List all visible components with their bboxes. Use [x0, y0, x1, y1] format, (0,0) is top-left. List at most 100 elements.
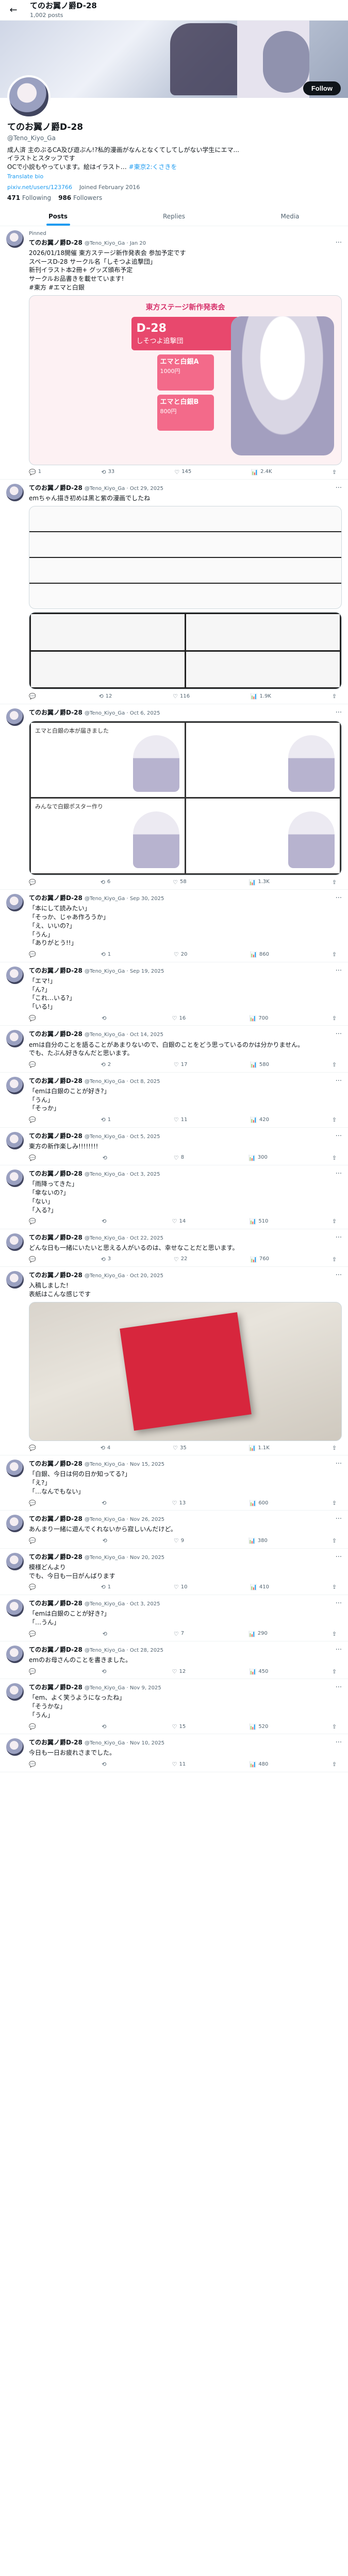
share-button[interactable]: ⇪ — [332, 468, 337, 476]
tweet-author-handle[interactable]: @Teno_Kiyo_Ga · Oct 3, 2025 — [85, 1172, 160, 1177]
avatar[interactable] — [6, 1169, 24, 1187]
tab-media[interactable]: Media — [232, 207, 348, 226]
repost-button[interactable]: ⟲ 1 — [101, 951, 111, 958]
more-icon[interactable]: ··· — [336, 1170, 342, 1179]
tweet[interactable]: てのお翼ノ爵D-28 @Teno_Kiyo_Ga · Sep 30, 2025 … — [0, 890, 348, 962]
tweet[interactable]: てのお翼ノ爵D-28 @Teno_Kiyo_Ga · Nov 9, 2025 ·… — [0, 1679, 348, 1735]
more-icon[interactable]: ··· — [336, 484, 342, 493]
tweet[interactable]: てのお翼ノ爵D-28 @Teno_Kiyo_Ga · Oct 29, 2025 … — [0, 480, 348, 704]
reply-button[interactable]: 💬 — [29, 1583, 38, 1591]
views-button[interactable]: 📊 300 — [248, 1154, 268, 1162]
views-button[interactable]: 📊 1.9K — [251, 692, 271, 700]
like-button[interactable]: ♡ 17 — [174, 1061, 188, 1069]
repost-button[interactable]: ⟲ — [102, 1499, 108, 1507]
more-icon[interactable]: ··· — [336, 1646, 342, 1655]
tweet[interactable]: てのお翼ノ爵D-28 @Teno_Kiyo_Ga · Nov 20, 2025 … — [0, 1549, 348, 1595]
views-button[interactable]: 📊 380 — [248, 1537, 268, 1545]
tweet-image[interactable] — [29, 1301, 342, 1441]
avatar[interactable] — [6, 966, 24, 984]
avatar[interactable] — [7, 75, 51, 118]
tweet[interactable]: てのお翼ノ爵D-28 @Teno_Kiyo_Ga · Sep 19, 2025 … — [0, 962, 348, 1026]
tweet[interactable]: Pinned てのお翼ノ爵D-28 @Teno_Kiyo_Ga · Jan 20… — [0, 226, 348, 480]
reply-button[interactable]: 💬 — [29, 1116, 38, 1124]
share-button[interactable]: ⇪ — [332, 1256, 337, 1263]
bio-hashtag-link[interactable]: #東京2:くさきを — [129, 163, 177, 171]
like-button[interactable]: ♡ 35 — [173, 1444, 187, 1452]
avatar[interactable] — [6, 1271, 24, 1289]
reply-button[interactable]: 💬 — [29, 1760, 38, 1768]
tweet-author-handle[interactable]: @Teno_Kiyo_Ga · Sep 30, 2025 — [85, 896, 164, 902]
repost-button[interactable]: ⟲ — [102, 1014, 108, 1022]
like-button[interactable]: ♡ 11 — [174, 1116, 188, 1124]
tweet[interactable]: てのお翼ノ爵D-28 @Teno_Kiyo_Ga · Oct 3, 2025 ·… — [0, 1165, 348, 1229]
tweet[interactable]: てのお翼ノ爵D-28 @Teno_Kiyo_Ga · Oct 14, 2025 … — [0, 1026, 348, 1073]
views-button[interactable]: 📊 760 — [250, 1256, 269, 1263]
repost-button[interactable]: ⟲ 12 — [98, 692, 112, 700]
repost-button[interactable]: ⟲ — [103, 1537, 109, 1545]
tweet-author-name[interactable]: てのお翼ノ爵D-28 — [29, 1553, 82, 1561]
reply-button[interactable]: 💬 — [29, 1154, 38, 1162]
reply-button[interactable]: 💬 — [29, 951, 38, 958]
avatar[interactable] — [6, 484, 24, 502]
like-button[interactable]: ♡ 8 — [174, 1154, 184, 1162]
tweet-author-name[interactable]: てのお翼ノ爵D-28 — [29, 1234, 82, 1241]
tweet[interactable]: てのお翼ノ爵D-28 @Teno_Kiyo_Ga · Nov 26, 2025 … — [0, 1511, 348, 1549]
tweet[interactable]: てのお翼ノ爵D-28 @Teno_Kiyo_Ga · Oct 6, 2025 ·… — [0, 704, 348, 890]
tweet-author-handle[interactable]: @Teno_Kiyo_Ga · Oct 29, 2025 — [85, 486, 163, 492]
more-icon[interactable]: ··· — [336, 1515, 342, 1524]
followers-link[interactable]: 986 Followers — [58, 194, 102, 202]
reply-button[interactable]: 💬 1 — [29, 468, 41, 476]
share-button[interactable]: ⇪ — [332, 1217, 337, 1225]
like-button[interactable]: ♡ 7 — [174, 1630, 184, 1638]
share-button[interactable]: ⇪ — [332, 1630, 337, 1638]
tweet[interactable]: てのお翼ノ爵D-28 @Teno_Kiyo_Ga · Nov 10, 2025 … — [0, 1734, 348, 1772]
tweet-author-name[interactable]: てのお翼ノ爵D-28 — [29, 1646, 82, 1653]
reply-button[interactable]: 💬 — [29, 1723, 38, 1731]
tweet-author-name[interactable]: てのお翼ノ爵D-28 — [29, 1030, 82, 1038]
tweet-author-handle[interactable]: @Teno_Kiyo_Ga · Nov 26, 2025 — [85, 1517, 164, 1522]
more-icon[interactable]: ··· — [336, 1683, 342, 1692]
tab-posts[interactable]: Posts — [0, 207, 116, 226]
tweet-author-handle[interactable]: @Teno_Kiyo_Ga · Oct 8, 2025 — [85, 1079, 160, 1084]
share-button[interactable]: ⇪ — [332, 1723, 337, 1731]
views-button[interactable]: 📊 1.3K — [249, 878, 270, 886]
tweet[interactable]: てのお翼ノ爵D-28 @Teno_Kiyo_Ga · Oct 8, 2025 ·… — [0, 1073, 348, 1128]
repost-button[interactable]: ⟲ — [102, 1217, 108, 1225]
share-button[interactable]: ⇪ — [332, 1061, 337, 1069]
repost-button[interactable]: ⟲ 3 — [101, 1256, 111, 1263]
tweet-author-name[interactable]: てのお翼ノ爵D-28 — [29, 484, 82, 492]
share-button[interactable]: ⇪ — [332, 1444, 337, 1452]
tweet[interactable]: てのお翼ノ爵D-28 @Teno_Kiyo_Ga · Oct 3, 2025 ·… — [0, 1595, 348, 1641]
more-icon[interactable]: ··· — [336, 1738, 342, 1748]
share-button[interactable]: ⇪ — [332, 1583, 337, 1591]
reply-button[interactable]: 💬 — [29, 1499, 38, 1507]
translate-bio-link[interactable]: Translate bio — [7, 173, 341, 180]
views-button[interactable]: 📊 1.1K — [249, 1444, 270, 1452]
reply-button[interactable]: 💬 — [29, 1537, 38, 1545]
reply-button[interactable]: 💬 — [29, 1061, 38, 1069]
like-button[interactable]: ♡ 116 — [173, 692, 190, 700]
more-icon[interactable]: ··· — [336, 967, 342, 976]
tweet-author-name[interactable]: てのお翼ノ爵D-28 — [29, 1170, 82, 1177]
share-button[interactable]: ⇪ — [332, 692, 337, 700]
tweet-author-name[interactable]: てのお翼ノ爵D-28 — [29, 1077, 82, 1084]
views-button[interactable]: 📊 510 — [250, 1217, 269, 1225]
like-button[interactable]: ♡ 22 — [174, 1256, 188, 1263]
tweet-author-handle[interactable]: @Teno_Kiyo_Ga · Oct 14, 2025 — [85, 1032, 163, 1038]
avatar[interactable] — [6, 1030, 24, 1048]
repost-button[interactable]: ⟲ — [102, 1723, 108, 1731]
share-button[interactable]: ⇪ — [332, 1116, 337, 1124]
avatar[interactable] — [6, 1515, 24, 1533]
views-button[interactable]: 📊 420 — [250, 1116, 269, 1124]
like-button[interactable]: ♡ 20 — [174, 951, 188, 958]
tweet-author-name[interactable]: てのお翼ノ爵D-28 — [29, 1132, 82, 1140]
share-button[interactable]: ⇪ — [332, 1668, 337, 1675]
tweet-author-name[interactable]: てのお翼ノ爵D-28 — [29, 1600, 82, 1607]
reply-button[interactable]: 💬 — [29, 692, 38, 700]
profile-website-link[interactable]: pixiv.net/users/123766 — [7, 183, 72, 191]
more-icon[interactable]: ··· — [336, 1599, 342, 1608]
more-icon[interactable]: ··· — [336, 894, 342, 903]
more-icon[interactable]: ··· — [336, 1132, 342, 1141]
tweet-author-handle[interactable]: @Teno_Kiyo_Ga · Nov 9, 2025 — [85, 1685, 161, 1691]
reply-button[interactable]: 💬 — [29, 1630, 38, 1638]
